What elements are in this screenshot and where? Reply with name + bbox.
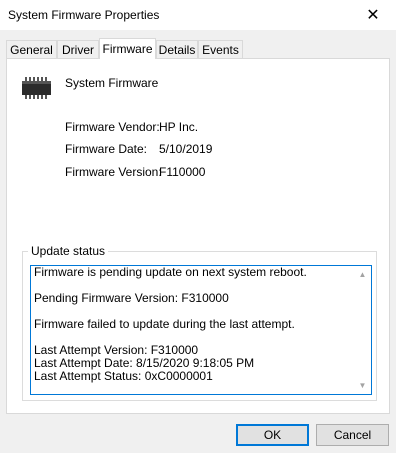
chip-icon xyxy=(22,77,51,99)
tab-driver[interactable]: Driver xyxy=(57,40,99,58)
update-status-group: Update status Firmware is pending update… xyxy=(22,244,377,401)
tab-details[interactable]: Details xyxy=(156,40,198,58)
firmware-version-label: Firmware Version: xyxy=(65,165,162,179)
close-icon: ✕ xyxy=(366,7,380,24)
tab-general[interactable]: General xyxy=(6,40,57,58)
close-button[interactable]: ✕ xyxy=(350,0,396,30)
scroll-down-icon[interactable]: ▼ xyxy=(354,377,371,394)
firmware-panel: System Firmware Firmware Vendor: HP Inc.… xyxy=(6,58,390,414)
update-status-text: Firmware is pending update on next syste… xyxy=(34,265,307,383)
tab-events[interactable]: Events xyxy=(198,40,243,58)
firmware-vendor-label: Firmware Vendor: xyxy=(65,120,160,134)
window-title: System Firmware Properties xyxy=(8,8,160,22)
ok-button[interactable]: OK xyxy=(236,424,309,446)
title-bar: System Firmware Properties ✕ xyxy=(0,0,396,30)
vertical-scrollbar[interactable]: ▲ ▼ xyxy=(354,266,371,394)
tab-firmware[interactable]: Firmware xyxy=(99,38,156,59)
firmware-date-value: 5/10/2019 xyxy=(159,142,213,156)
scroll-up-icon[interactable]: ▲ xyxy=(354,266,371,283)
tab-strip: General Driver Firmware Details Events xyxy=(6,38,392,59)
firmware-version-value: F110000 xyxy=(159,165,206,179)
cancel-button[interactable]: Cancel xyxy=(316,424,389,446)
update-status-textbox[interactable]: Firmware is pending update on next syste… xyxy=(30,265,372,395)
device-name: System Firmware xyxy=(65,76,159,90)
update-status-legend: Update status xyxy=(28,244,109,258)
firmware-date-label: Firmware Date: xyxy=(65,142,148,156)
firmware-vendor-value: HP Inc. xyxy=(159,120,199,134)
